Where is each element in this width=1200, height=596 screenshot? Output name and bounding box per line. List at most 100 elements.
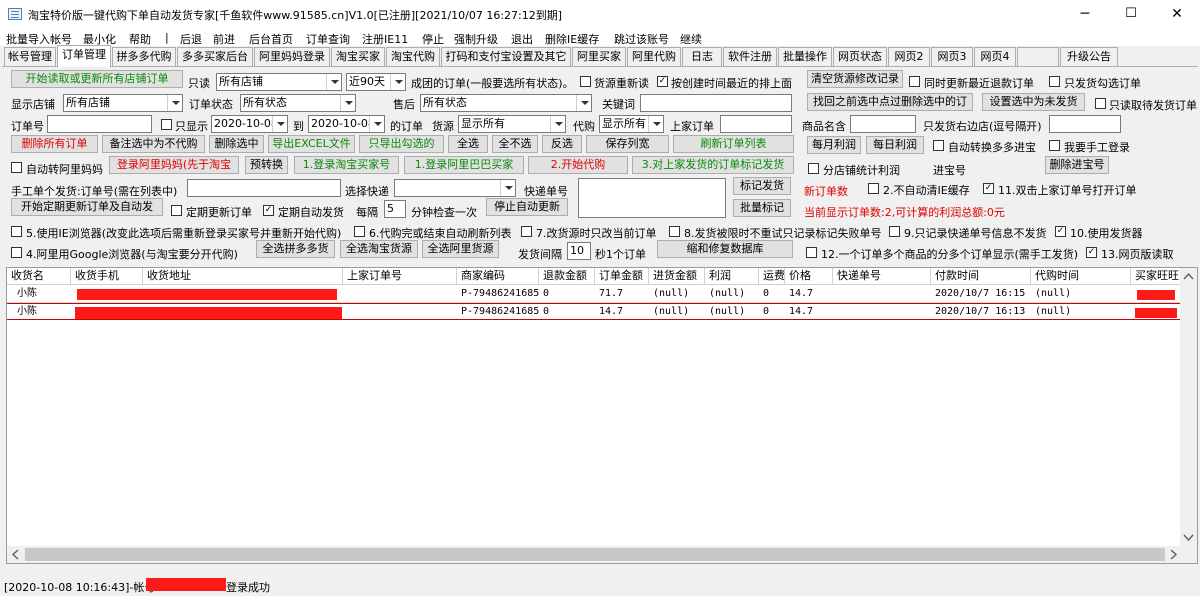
menu-help[interactable]: 帮助 — [129, 31, 151, 47]
column-header[interactable]: 收货地址 — [143, 268, 343, 285]
column-header[interactable]: 收货手机 — [71, 268, 143, 285]
login-1688-button[interactable]: 1.登录阿里巴巴买家 — [404, 156, 524, 174]
select-ali-button[interactable]: 全选阿里货源 — [422, 240, 499, 258]
maximize-button[interactable]: ☐ — [1108, 0, 1154, 28]
timer-ship-checkbox[interactable]: ✓ — [263, 205, 274, 216]
login-alimama-button[interactable]: 登录阿里妈妈(先于淘宝 — [109, 156, 239, 174]
shop-select[interactable]: 所有店铺 — [216, 73, 342, 91]
dbl-click-checkbox[interactable]: ✓ — [983, 183, 994, 194]
column-header[interactable]: 上家订单号 — [343, 268, 457, 285]
select-taobao-button[interactable]: 全选淘宝货源 — [340, 240, 418, 258]
export-excel-button[interactable]: 导出EXCEL文件 — [268, 135, 355, 153]
read-orders-button[interactable]: 开始读取或更新所有店铺订单 — [11, 70, 183, 88]
sort-recent-checkbox[interactable]: ✓ — [657, 76, 668, 87]
menu-clear-ie-cache[interactable]: 删除IE缓存 — [545, 31, 599, 47]
tab-register[interactable]: 软件注册 — [723, 47, 777, 66]
pre-convert-button[interactable]: 预转换 — [245, 156, 288, 174]
option5-checkbox[interactable] — [11, 226, 22, 237]
close-button[interactable]: ✕ — [1154, 0, 1200, 28]
menu-skip-account[interactable]: 跳过该账号 — [614, 31, 669, 47]
sync-refund-checkbox[interactable] — [909, 76, 920, 87]
column-header[interactable]: 订单金额 — [595, 268, 649, 285]
tab-web3[interactable]: 网页3 — [931, 47, 973, 66]
login-taobao-button[interactable]: 1.登录淘宝买家号 — [294, 156, 399, 174]
only-pending-checkbox[interactable] — [1095, 98, 1106, 109]
start-proxy-button[interactable]: 2.开始代购 — [528, 156, 628, 174]
manual-ship-input[interactable] — [187, 179, 341, 197]
daily-profit-button[interactable]: 每日利润 — [866, 136, 924, 154]
option8-checkbox[interactable] — [669, 226, 680, 237]
minimize-button[interactable]: ─ — [1062, 0, 1108, 28]
only-show-checkbox[interactable] — [161, 119, 172, 130]
tab-account[interactable]: 帐号管理 — [4, 47, 56, 66]
aftersale-select[interactable]: 所有状态 — [420, 94, 592, 112]
select-pdd-button[interactable]: 全选拼多多货 — [256, 240, 335, 258]
column-header[interactable]: 快递单号 — [833, 268, 931, 285]
tab-batch[interactable]: 批量操作 — [778, 47, 832, 66]
tab-web-status[interactable]: 网页状态 — [833, 47, 887, 66]
option6-checkbox[interactable] — [354, 226, 365, 237]
table-row[interactable]: 小陈 P-79486241685 0 71.7 (null) (null) 0 … — [7, 286, 1182, 303]
vertical-scrollbar[interactable] — [1180, 268, 1197, 563]
tab-ali-proxy[interactable]: 阿里代购 — [627, 47, 681, 66]
tab-taobao-proxy[interactable]: 淘宝代购 — [386, 47, 440, 66]
option4-checkbox[interactable] — [11, 247, 22, 258]
menu-force-upgrade[interactable]: 强制升级 — [454, 31, 498, 47]
scroll-down-icon[interactable] — [1180, 529, 1197, 546]
minutes-input[interactable]: 5 — [384, 200, 406, 218]
tab-web4[interactable]: 网页4 — [974, 47, 1016, 66]
column-header[interactable]: 进货金额 — [649, 268, 705, 285]
option10-checkbox[interactable]: ✓ — [1055, 226, 1066, 237]
tab-taobao-buyer[interactable]: 淘宝买家 — [331, 47, 385, 66]
tab-orders[interactable]: 订单管理 — [57, 45, 111, 67]
tab-upgrade-notice[interactable]: 升级公告 — [1060, 47, 1118, 66]
remark-no-proxy-button[interactable]: 备注选中为不代购 — [102, 135, 205, 153]
only-selected-checkbox[interactable] — [1049, 76, 1060, 87]
delete-all-orders-button[interactable]: 删除所有订单 — [11, 135, 98, 153]
menu-back[interactable]: 后退 — [180, 31, 202, 47]
tab-captcha-settings[interactable]: 打码和支付宝设置及其它 — [441, 47, 571, 66]
tab-log[interactable]: 日志 — [682, 47, 722, 66]
column-header[interactable]: 收货名 — [7, 268, 71, 285]
tab-alimama-login[interactable]: 阿里妈妈登录 — [254, 47, 330, 66]
timer-update-checkbox[interactable] — [171, 205, 182, 216]
order-no-input[interactable] — [47, 115, 152, 133]
tab-web2[interactable]: 网页2 — [888, 47, 930, 66]
tab-pdd-buyer[interactable]: 多多买家后台 — [177, 47, 253, 66]
clear-source-button[interactable]: 清空货源修改记录 — [807, 70, 903, 88]
monthly-profit-button[interactable]: 每月利润 — [807, 136, 861, 154]
menu-exit[interactable]: 退出 — [511, 31, 533, 47]
auto-pdd-checkbox[interactable] — [933, 140, 944, 151]
repair-db-button[interactable]: 缩和修复数据库 — [657, 240, 793, 258]
express-select[interactable] — [394, 179, 516, 197]
express-no-textarea[interactable] — [578, 178, 726, 218]
column-header[interactable]: 代购时间 — [1031, 268, 1131, 285]
menu-order-query[interactable]: 订单查询 — [306, 31, 350, 47]
menu-register-ie[interactable]: 注册IE11 — [362, 31, 408, 47]
refresh-orders-button[interactable]: 刷新订单列表 — [673, 135, 794, 153]
batch-mark-button[interactable]: 批量标记 — [733, 199, 791, 217]
scroll-right-icon[interactable] — [1165, 546, 1182, 563]
save-column-width-button[interactable]: 保存列宽 — [586, 135, 669, 153]
proxy-select[interactable]: 显示所有 — [599, 115, 664, 133]
option12-checkbox[interactable] — [806, 247, 817, 258]
scroll-thumb[interactable] — [25, 548, 1165, 561]
option7-checkbox[interactable] — [521, 226, 532, 237]
scroll-left-icon[interactable] — [7, 546, 24, 563]
mark-shipped-button[interactable]: 标记发货 — [733, 177, 791, 195]
column-header[interactable]: 付款时间 — [931, 268, 1031, 285]
menu-forward[interactable]: 前进 — [213, 31, 235, 47]
right-ship-input[interactable] — [1049, 115, 1121, 133]
column-header[interactable]: 退款金额 — [539, 268, 595, 285]
shop-stats-checkbox[interactable] — [808, 163, 819, 174]
show-shop-select[interactable]: 所有店铺 — [63, 94, 183, 112]
tab-ali-buyer[interactable]: 阿里买家 — [572, 47, 626, 66]
invert-selection-button[interactable]: 反选 — [542, 135, 582, 153]
auto-alimama-checkbox[interactable] — [11, 162, 22, 173]
table-row[interactable]: 小陈 P-79486241685 0 14.7 (null) (null) 0 … — [7, 303, 1182, 320]
upstream-order-input[interactable] — [720, 115, 792, 133]
select-all-button[interactable]: 全选 — [448, 135, 488, 153]
date-from-picker[interactable]: 2020-10-08 — [211, 115, 288, 133]
horizontal-scrollbar[interactable] — [7, 546, 1182, 563]
mark-upstream-shipped-button[interactable]: 3.对上家发货的订单标记发货 — [632, 156, 794, 174]
